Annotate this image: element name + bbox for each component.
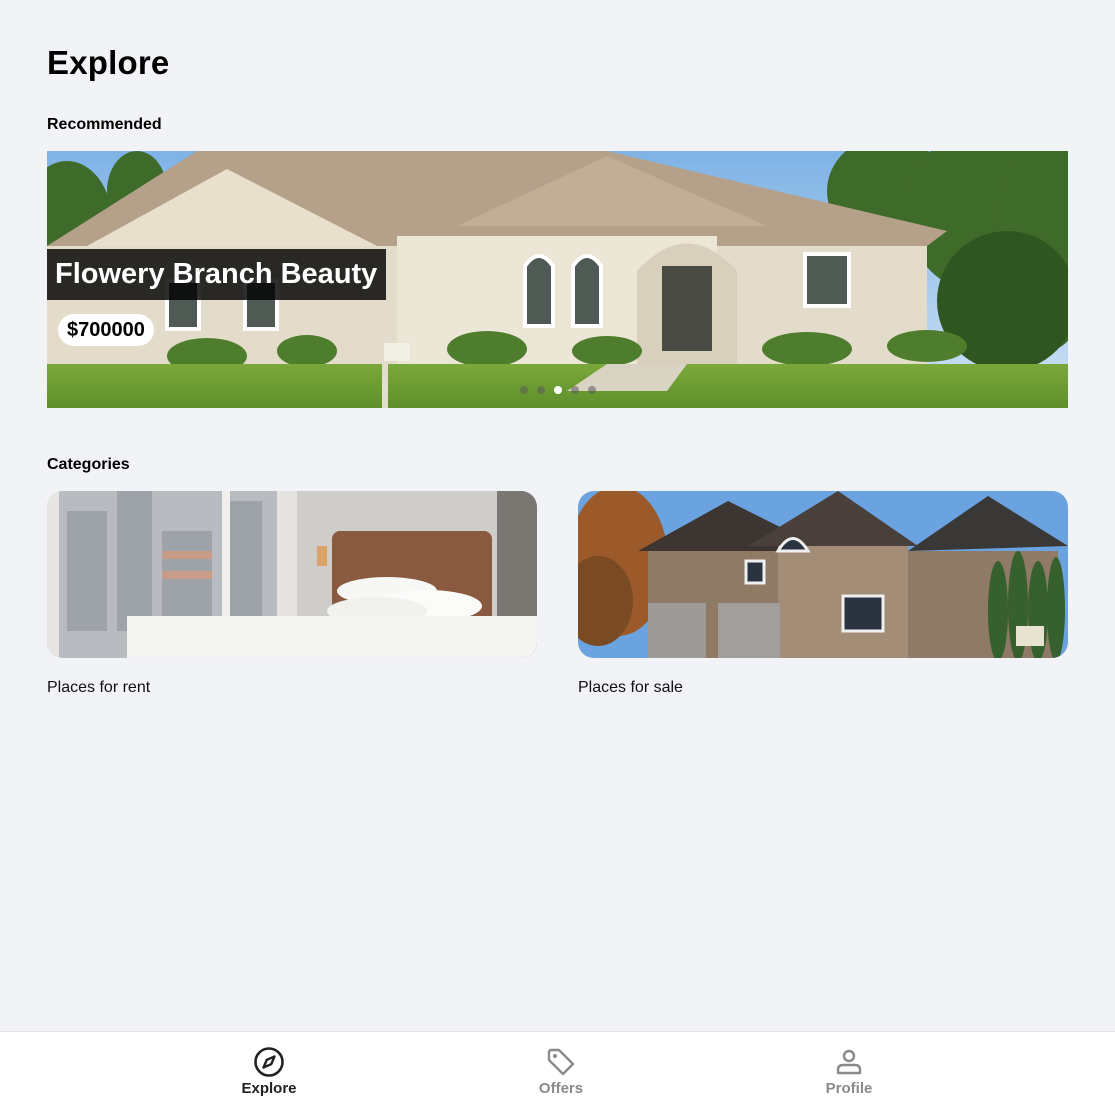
compass-icon (254, 1047, 284, 1077)
featured-listing-price: $700000 (58, 314, 154, 346)
nav-label-explore: Explore (241, 1080, 297, 1097)
carousel-dot[interactable] (519, 386, 528, 394)
carousel-dot-active[interactable] (553, 386, 562, 394)
carousel-dot[interactable] (570, 386, 579, 394)
featured-listing-title: Flowery Branch Beauty (47, 249, 387, 300)
category-label-sale: Places for sale (578, 679, 683, 696)
bottom-navigation: Explore Offers Profile (0, 1031, 1115, 1114)
category-card-sale[interactable]: Places for sale (578, 491, 1068, 698)
nav-item-explore[interactable]: Explore (209, 1046, 329, 1097)
recommended-carousel[interactable]: Flowery Branch Beauty $700000 (47, 151, 1068, 408)
carousel-dot[interactable] (587, 386, 596, 394)
person-icon (836, 1049, 862, 1075)
category-card-rent[interactable]: Places for rent (47, 491, 537, 698)
categories-section-title: Categories (47, 456, 130, 473)
carousel-dot[interactable] (536, 386, 545, 394)
nav-label-profile: Profile (825, 1080, 873, 1097)
category-label-rent: Places for rent (47, 679, 151, 696)
nav-item-offers[interactable]: Offers (501, 1046, 621, 1097)
carousel-pagination (47, 386, 1068, 394)
page-title: Explore (47, 44, 170, 81)
recommended-section-title: Recommended (47, 116, 162, 133)
nav-item-profile[interactable]: Profile (789, 1046, 909, 1097)
house-for-sale-photo (578, 491, 1068, 658)
nav-label-offers: Offers (538, 1080, 584, 1097)
bedroom-photo (47, 491, 537, 658)
explore-screen: Explore Recommended Flowery Branch Beaut… (0, 0, 1115, 1114)
tag-icon (547, 1048, 575, 1076)
